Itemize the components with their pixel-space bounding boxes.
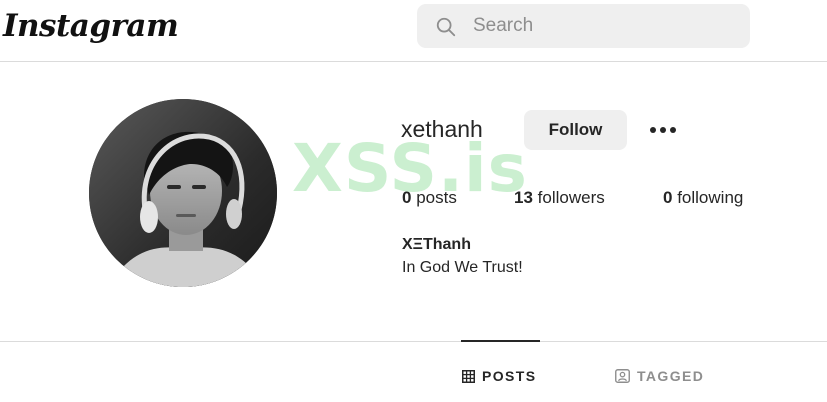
grid-icon xyxy=(462,369,475,383)
posts-count: 0 xyxy=(402,188,412,207)
top-bar: Instagram xyxy=(0,0,827,62)
avatar[interactable] xyxy=(89,99,277,287)
profile-username: xethanh xyxy=(401,116,483,142)
profile-full-name: XΞThanh xyxy=(402,236,471,253)
search-input[interactable] xyxy=(471,12,731,40)
stat-followers[interactable]: 13 followers xyxy=(514,188,605,208)
followers-label: followers xyxy=(537,188,605,207)
following-count: 0 xyxy=(663,188,673,207)
tagged-icon xyxy=(615,369,630,383)
following-label: following xyxy=(677,188,744,207)
profile-bio: In God We Trust! xyxy=(402,259,523,276)
stat-following[interactable]: 0 following xyxy=(663,188,743,208)
tab-posts[interactable]: POSTS xyxy=(462,367,536,385)
posts-label: posts xyxy=(416,188,457,207)
tab-posts-label: POSTS xyxy=(482,368,537,384)
tabs-divider xyxy=(0,341,827,342)
tab-tagged-label: TAGGED xyxy=(637,368,705,384)
search-icon xyxy=(436,17,456,37)
stat-posts: 0 posts xyxy=(402,188,457,208)
profile-photo xyxy=(89,99,277,287)
follow-button[interactable]: Follow xyxy=(524,110,627,150)
followers-count: 13 xyxy=(514,188,533,207)
instagram-logo[interactable]: Instagram xyxy=(3,8,179,44)
tab-tagged[interactable]: TAGGED xyxy=(615,367,704,385)
more-options-icon[interactable] xyxy=(646,116,680,144)
active-tab-indicator xyxy=(461,340,540,342)
search-bar[interactable] xyxy=(417,4,750,48)
